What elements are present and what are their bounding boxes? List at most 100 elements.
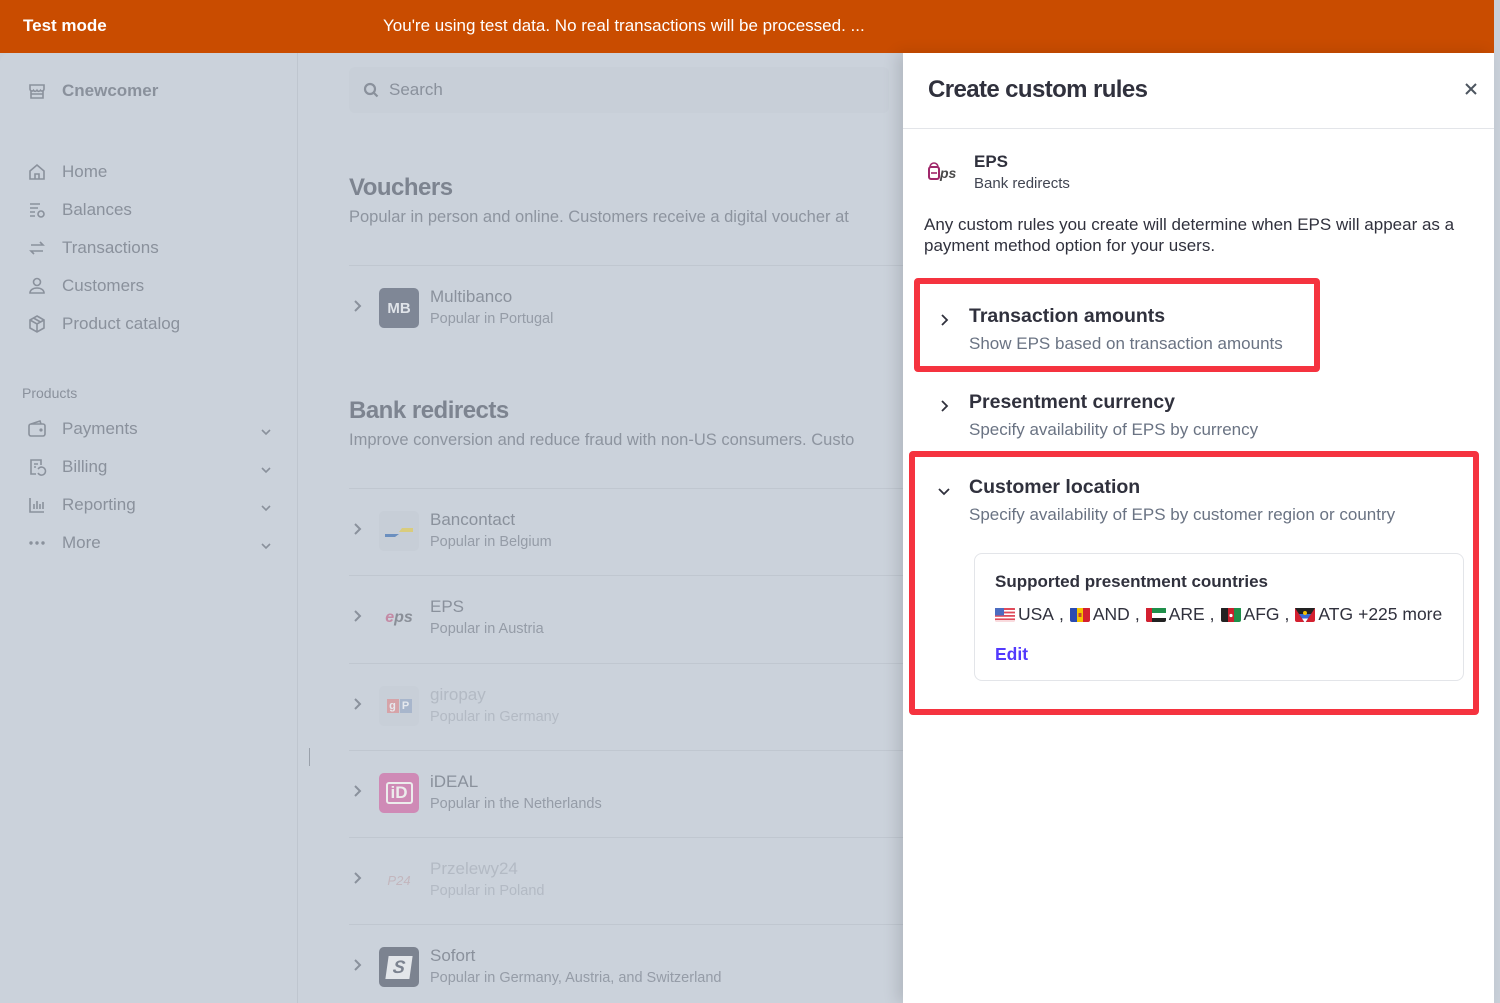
test-mode-message: You're using test data. No real transact… (383, 16, 865, 35)
method-subtitle: Popular in Poland (430, 883, 545, 899)
chevron-down-icon[interactable] (260, 537, 272, 550)
resize-handle[interactable] (309, 748, 310, 766)
giropay-logo: gP (379, 686, 419, 726)
rule-customer-location[interactable]: Customer location Specify availability o… (937, 476, 1477, 532)
chevron-right-icon[interactable] (351, 522, 367, 541)
home-icon (26, 161, 48, 183)
edit-countries-link[interactable]: Edit (995, 644, 1028, 665)
przelewy24-logo: P24 (387, 872, 411, 888)
payment-method-row-eps[interactable]: e ps EPS Popular in Austria (349, 588, 903, 648)
app-background: Cnewcomer Home Balances Transactions Cus… (0, 53, 903, 1003)
rule-transaction-amounts[interactable]: Transaction amounts Show EPS based on tr… (937, 305, 1477, 361)
flag-usa-icon (995, 607, 1015, 622)
chevron-down-icon[interactable] (260, 423, 272, 436)
sidebar-item-label: Transactions (62, 238, 159, 257)
sidebar-item-customers[interactable]: Customers (26, 272, 272, 300)
divider (349, 837, 903, 838)
method-name: EPS (430, 597, 465, 616)
transactions-icon (26, 237, 48, 259)
sidebar-item-product-catalog[interactable]: Product catalog (26, 310, 272, 338)
section-title-bank-redirects: Bank redirects (349, 397, 509, 424)
method-subtitle: Popular in Germany (430, 709, 559, 725)
chevron-right-icon[interactable] (351, 299, 367, 318)
sidebar-item-label: Billing (62, 457, 108, 476)
sidebar-item-more[interactable]: More (26, 529, 272, 557)
rule-presentment-currency[interactable]: Presentment currency Specify availabilit… (937, 391, 1477, 447)
account-name: Cnewcomer (62, 81, 159, 100)
sidebar-item-home[interactable]: Home (26, 158, 272, 186)
chevron-right-icon[interactable] (351, 609, 367, 628)
payment-method-row-przelewy24[interactable]: P24 Przelewy24 Popular in Poland (349, 850, 903, 910)
payment-method-row-sofort[interactable]: S Sofort Popular in Germany, Austria, an… (349, 937, 903, 997)
chevron-down-icon[interactable] (260, 461, 272, 474)
more-dots-icon (26, 532, 48, 554)
chevron-down-icon[interactable] (937, 484, 953, 500)
intro-text: Any custom rules you create will determi… (924, 215, 1455, 255)
rule-title: Transaction amounts (969, 305, 1166, 327)
payment-method-row-bancontact[interactable]: Bancontact Popular in Belgium (349, 501, 903, 561)
custom-rules-drawer: Create custom rules ps EPS Bank redirect… (903, 53, 1494, 1003)
main-content: Search Vouchers Popular in person and on… (298, 53, 903, 1003)
method-subtitle: Popular in Germany, Austria, and Switzer… (430, 970, 722, 986)
balances-icon (26, 199, 48, 221)
sidebar-item-payments[interactable]: Payments (26, 415, 272, 443)
rule-title: Presentment currency (969, 391, 1175, 413)
country-code: USA (1018, 604, 1054, 624)
chevron-right-icon[interactable] (937, 313, 953, 329)
divider (349, 265, 903, 266)
search-input[interactable]: Search (349, 67, 889, 113)
product-catalog-icon (26, 313, 48, 335)
svg-text:ps: ps (939, 165, 957, 181)
test-mode-banner: Test mode You're using test data. No rea… (0, 0, 1494, 53)
sidebar-item-billing[interactable]: Billing (26, 453, 272, 481)
divider (349, 488, 903, 489)
sidebar-item-label: Reporting (62, 495, 136, 514)
chevron-right-icon[interactable] (351, 958, 367, 977)
chevron-right-icon[interactable] (351, 871, 367, 890)
chevron-right-icon[interactable] (351, 697, 367, 716)
sidebar-item-balances[interactable]: Balances (26, 196, 272, 224)
chevron-right-icon[interactable] (937, 399, 953, 415)
sidebar-item-label: Payments (62, 419, 138, 438)
search-placeholder: Search (389, 80, 443, 99)
chevron-down-icon[interactable] (260, 499, 272, 512)
close-button[interactable] (1463, 81, 1483, 101)
sidebar-item-reporting[interactable]: Reporting (26, 491, 272, 519)
eps-logo: ps (927, 157, 963, 187)
flag-are-icon (1145, 607, 1166, 622)
section-desc-vouchers: Popular in person and online. Customers … (349, 208, 849, 226)
account-switcher[interactable]: Cnewcomer (26, 77, 272, 105)
supported-countries-card: Supported presentment countries USA, AND… (974, 553, 1464, 681)
wallet-icon (26, 418, 48, 440)
customers-icon (26, 275, 48, 297)
method-name: Bancontact (430, 510, 516, 529)
search-icon (363, 82, 379, 98)
sidebar-item-transactions[interactable]: Transactions (26, 234, 272, 262)
reporting-icon (26, 494, 48, 516)
flag-atg-icon (1295, 607, 1316, 622)
billing-icon (26, 456, 48, 478)
method-name: Przelewy24 (430, 859, 518, 878)
method-name: Sofort (430, 946, 476, 965)
country-list: USA, AND, ARE, AFG, ATG +225 more (995, 604, 1442, 625)
payment-method-row-multibanco[interactable]: MB Multibanco Popular in Portugal (349, 278, 903, 338)
method-name: Multibanco (430, 287, 513, 306)
eps-logo: e ps (385, 609, 413, 626)
payment-method-row-ideal[interactable]: iD iDEAL Popular in the Netherlands (349, 763, 903, 823)
method-subtitle: Popular in the Netherlands (430, 796, 602, 812)
country-code: ATG (1318, 604, 1354, 624)
method-subtitle: Popular in Austria (430, 621, 544, 637)
sidebar-item-label: Home (62, 162, 108, 181)
country-code: ARE (1168, 604, 1205, 624)
flag-and-icon (1069, 607, 1090, 622)
multibanco-logo: MB (379, 288, 419, 328)
chevron-right-icon[interactable] (351, 784, 367, 803)
sidebar-item-label: More (62, 533, 101, 552)
rule-title: Customer location (969, 476, 1141, 498)
divider (349, 924, 903, 925)
country-code: AFG (1243, 604, 1280, 624)
more-countries-count[interactable]: +225 more (1358, 604, 1442, 625)
payment-method-info: ps EPS Bank redirects (927, 151, 1070, 195)
payment-method-row-giropay[interactable]: gP giropay Popular in Germany (349, 676, 903, 736)
rule-description: Specify availability of EPS by currency (969, 420, 1259, 439)
